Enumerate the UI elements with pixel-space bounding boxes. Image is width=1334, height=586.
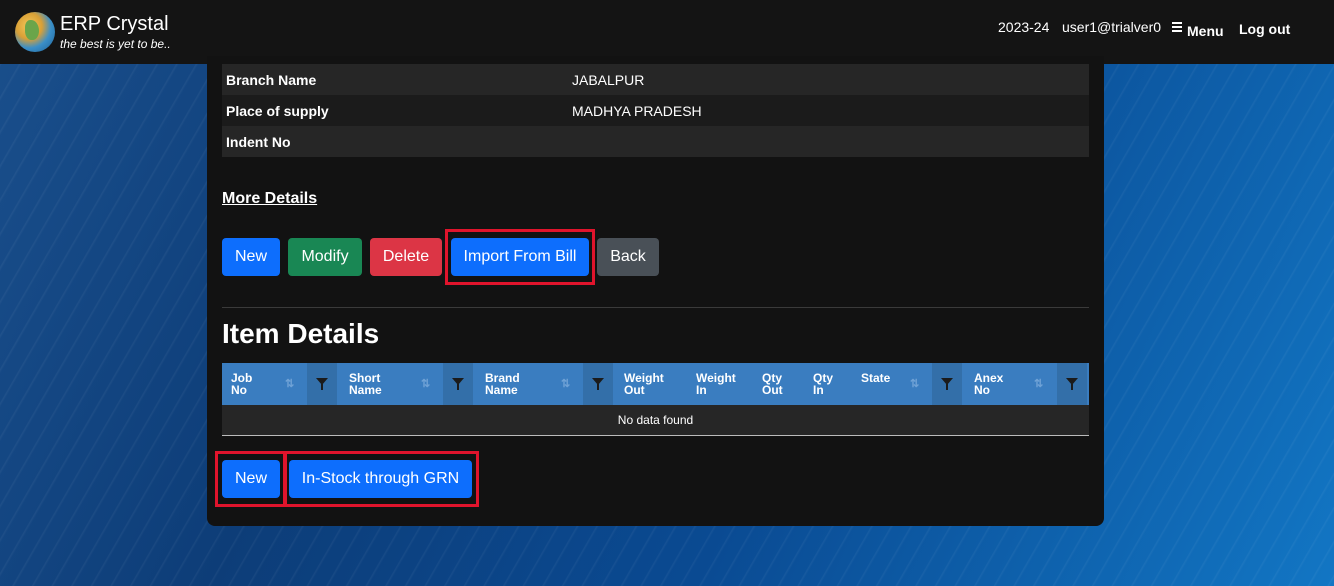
app-tagline: the best is yet to be.. [60,37,171,51]
filter-icon [452,378,464,390]
column-header-anex-no[interactable]: Anex No [974,372,1003,396]
column-header-state[interactable]: State [861,372,890,384]
column-header-weight-in[interactable]: Weight In [696,372,736,396]
menu-button[interactable]: Menu [1187,23,1224,39]
sort-icon[interactable]: ⇅ [910,377,919,390]
highlight-box [445,229,595,285]
info-row: Branch Name JABALPUR [222,64,1089,95]
items-grid: Job No ⇅ Short Name ⇅ Brand Name ⇅ Weight Ou… [222,363,1089,436]
sort-icon[interactable]: ⇅ [421,377,430,390]
new-button[interactable]: New [222,238,280,276]
info-value: JABALPUR [572,72,645,88]
logout-link[interactable]: Log out [1239,21,1290,37]
financial-year[interactable]: 2023-24 [998,19,1049,35]
user-account[interactable]: user1@trialver0 [1062,19,1161,35]
filter-button[interactable] [1057,363,1087,405]
info-label: Indent No [226,134,291,150]
filter-button[interactable] [583,363,613,405]
filter-icon [592,378,604,390]
column-header-brand-name[interactable]: Brand Name [485,372,520,396]
info-row: Place of supply MADHYA PRADESH [222,95,1089,126]
hamburger-menu-icon[interactable] [1172,22,1182,32]
section-title: Item Details [222,318,380,349]
column-header-qty-in[interactable]: Qty In [813,372,833,396]
info-label: Place of supply [226,103,329,119]
column-header-qty-out[interactable]: Qty Out [762,372,783,396]
empty-row-message: No data found [222,405,1089,436]
highlight-box [284,451,479,507]
delete-button[interactable]: Delete [370,238,442,276]
column-header-short-name[interactable]: Short Name [349,372,382,396]
modify-button[interactable]: Modify [288,238,362,276]
info-value: MADHYA PRADESH [572,103,702,119]
info-row: Indent No [222,126,1089,157]
filter-icon [1066,378,1078,390]
filter-icon [941,378,953,390]
more-details-link[interactable]: More Details [222,190,317,208]
back-button[interactable]: Back [597,238,659,276]
sort-icon[interactable]: ⇅ [561,377,570,390]
filter-button[interactable] [443,363,473,405]
filter-icon [316,378,328,390]
column-header-weight-out[interactable]: Weight Out [624,372,664,396]
main-panel: Branch Name JABALPUR Place of supply MAD… [207,56,1104,526]
filter-button[interactable] [932,363,962,405]
info-table: Branch Name JABALPUR Place of supply MAD… [222,64,1089,157]
filter-button[interactable] [307,363,337,405]
top-navbar: ERP Crystal the best is yet to be.. 2023… [0,0,1334,64]
column-header-job-no[interactable]: Job No [231,372,252,396]
grid-header: Job No ⇅ Short Name ⇅ Brand Name ⇅ Weight Ou… [222,363,1089,405]
sort-icon[interactable]: ⇅ [285,377,294,390]
app-title[interactable]: ERP Crystal [60,13,169,36]
globe-logo-icon[interactable] [15,12,55,52]
info-label: Branch Name [226,72,317,88]
highlight-box [215,451,286,507]
section-divider [222,307,1089,308]
sort-icon[interactable]: ⇅ [1034,377,1043,390]
